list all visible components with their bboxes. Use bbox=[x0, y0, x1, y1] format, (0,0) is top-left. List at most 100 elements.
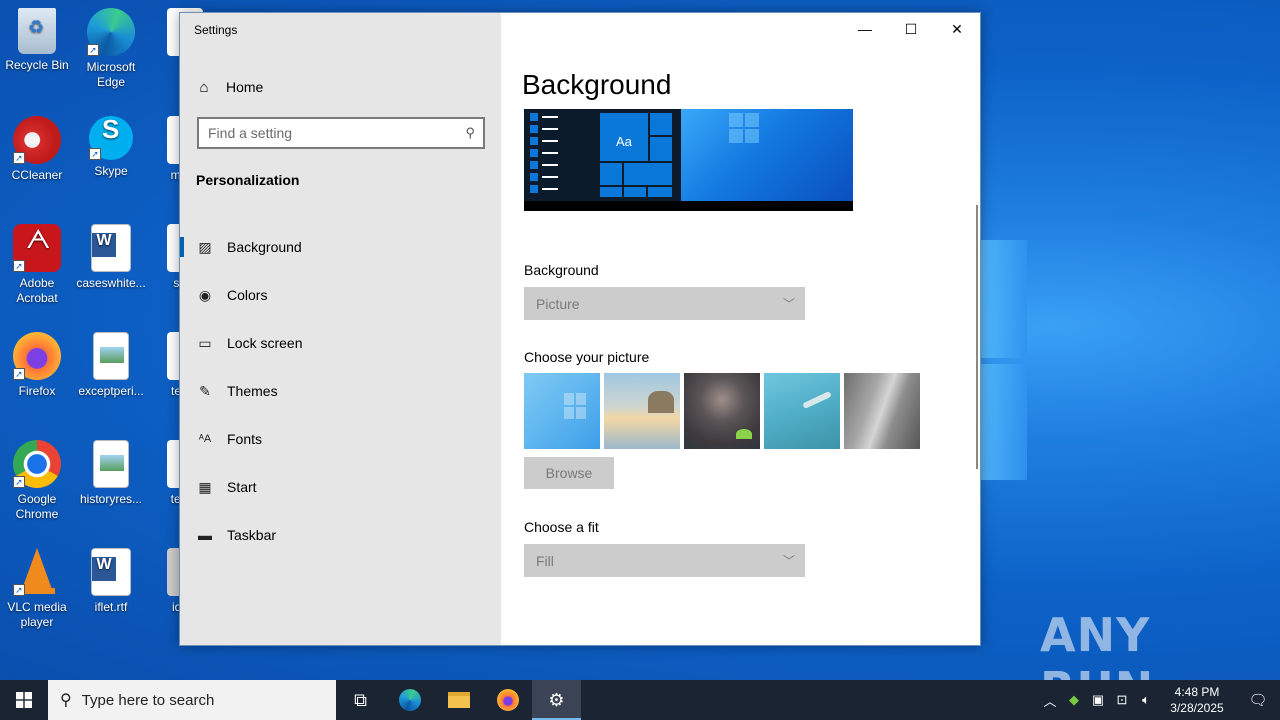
settings-sidebar: Settings ⌂ Home ⚲ Personalization ▨ Back… bbox=[180, 13, 501, 645]
network-status-icon[interactable]: ◆ bbox=[1062, 692, 1086, 708]
chevron-down-icon: ﹀ bbox=[782, 554, 795, 568]
picture-thumbnail-windows[interactable] bbox=[524, 373, 600, 449]
background-type-label: Background bbox=[524, 262, 599, 278]
choose-fit-label: Choose a fit bbox=[524, 519, 599, 535]
edge-taskbar-icon bbox=[398, 689, 421, 711]
preview-start-menu: Aa bbox=[524, 109, 681, 201]
desktop-icon-recycle-bin[interactable]: ♻ Recycle Bin bbox=[0, 8, 74, 73]
clock[interactable]: 4:48 PM 3/28/2025 bbox=[1158, 684, 1236, 716]
desktop-icon-microsoft-edge[interactable]: ➚ Microsoft Edge bbox=[74, 8, 148, 90]
volume-icon[interactable]: 🔈︎ bbox=[1134, 692, 1158, 708]
nav-item-lock-screen[interactable]: ▭ Lock screen bbox=[180, 319, 501, 367]
nav-item-label: Taskbar bbox=[227, 527, 277, 543]
firefox-icon: ➚ bbox=[13, 332, 61, 380]
skype-icon: S ➚ bbox=[89, 116, 133, 160]
choose-fit-dropdown[interactable]: Fill ﹀ bbox=[524, 544, 805, 577]
picture-thumbnail-beach[interactable] bbox=[604, 373, 680, 449]
nav-item-label: Background bbox=[227, 239, 302, 255]
desktop-icon-vlc[interactable]: ➚ VLC media player bbox=[0, 548, 74, 630]
search-icon: ⚲ bbox=[465, 125, 475, 140]
notification-icon[interactable]: 🗨︎ bbox=[1236, 691, 1280, 709]
background-type-dropdown[interactable]: Picture ﹀ bbox=[524, 287, 805, 320]
choose-picture-label: Choose your picture bbox=[524, 349, 650, 365]
taskbar: ⚲ Type here to search ⧉ ⚙ ︿ ◆ ▣ ⊡ 🔈︎ 4:4… bbox=[0, 680, 1280, 720]
start-icon: ▦ bbox=[198, 478, 212, 495]
desktop-icon-historyres[interactable]: historyres... bbox=[74, 440, 148, 507]
task-view-button[interactable]: ⧉ bbox=[336, 680, 385, 720]
chrome-icon: ➚ bbox=[13, 440, 61, 488]
nav-home-label: Home bbox=[226, 79, 264, 95]
wallpaper-windows-logo bbox=[975, 240, 1035, 490]
chevron-down-icon: ﹀ bbox=[782, 297, 795, 311]
find-setting-search[interactable]: ⚲ bbox=[197, 117, 485, 149]
nav-item-background[interactable]: ▨ Background bbox=[180, 223, 501, 271]
file-explorer-button[interactable] bbox=[434, 680, 483, 720]
minimize-button[interactable]: — bbox=[842, 13, 888, 45]
search-icon: ⚲ bbox=[60, 692, 72, 709]
edge-taskbar-button[interactable] bbox=[385, 680, 434, 720]
picture-thumbnail-rock[interactable] bbox=[844, 373, 920, 449]
firefox-taskbar-button[interactable] bbox=[483, 680, 532, 720]
taskbar-search-placeholder: Type here to search bbox=[81, 691, 215, 709]
desktop-icon-skype[interactable]: S ➚ Skype bbox=[74, 116, 148, 179]
taskbar-icon: ▬ bbox=[198, 527, 212, 543]
home-icon: ⌂ bbox=[199, 78, 209, 96]
nav-item-taskbar[interactable]: ▬ Taskbar bbox=[180, 511, 501, 559]
close-button[interactable]: ✕ bbox=[934, 13, 980, 45]
start-button[interactable] bbox=[0, 680, 48, 720]
acrobat-icon: ᗅ ➚ bbox=[13, 224, 61, 272]
word-doc-icon: W bbox=[91, 548, 131, 596]
windows-logo-icon bbox=[16, 692, 32, 708]
settings-content: Background Aa Background Picture ﹀ Choos… bbox=[501, 13, 980, 645]
window-title: Settings bbox=[194, 23, 238, 37]
firefox-taskbar-icon bbox=[496, 689, 519, 711]
picture-thumbnail-night-sky[interactable] bbox=[684, 373, 760, 449]
nav-home[interactable]: ⌂ Home bbox=[196, 75, 263, 99]
nav-item-fonts[interactable]: ᴬA Fonts bbox=[180, 415, 501, 463]
file-explorer-icon bbox=[447, 692, 470, 708]
clock-time: 4:48 PM bbox=[1174, 685, 1220, 699]
maximize-button[interactable]: ☐ bbox=[888, 13, 934, 45]
anyrun-watermark: ANY RUN bbox=[1040, 608, 1153, 680]
chevron-up-icon[interactable]: ︿ bbox=[1038, 691, 1062, 710]
desktop-icon-adobe-acrobat[interactable]: ᗅ ➚ Adobe Acrobat bbox=[0, 224, 74, 306]
clock-date: 3/28/2025 bbox=[1170, 701, 1224, 715]
content-scrollbar[interactable] bbox=[976, 205, 978, 469]
personalization-nav: ▨ Background ◉ Colors ▭ Lock screen ✎ Th… bbox=[180, 223, 501, 559]
task-view-icon: ⧉ bbox=[354, 689, 367, 710]
lock-screen-icon: ▭ bbox=[198, 334, 212, 351]
recycle-bin-icon: ♻ bbox=[18, 8, 56, 54]
preview-sample-text: Aa bbox=[616, 134, 632, 149]
themes-icon: ✎ bbox=[199, 382, 211, 399]
nav-item-colors[interactable]: ◉ Colors bbox=[180, 271, 501, 319]
desktop-icon-exceptperi[interactable]: exceptperi... bbox=[74, 332, 148, 399]
desktop-icon-caseswhite[interactable]: W caseswhite... bbox=[74, 224, 148, 291]
desktop-icon-firefox[interactable]: ➚ Firefox bbox=[0, 332, 74, 399]
word-doc-icon: W bbox=[91, 224, 131, 272]
section-title: Personalization bbox=[196, 172, 300, 188]
palette-icon: ◉ bbox=[198, 286, 212, 303]
vlc-icon: ➚ bbox=[13, 548, 61, 596]
background-preview: Aa bbox=[524, 109, 853, 211]
settings-taskbar-icon: ⚙ bbox=[548, 689, 565, 710]
picture-thumbnail-underwater[interactable] bbox=[764, 373, 840, 449]
settings-taskbar-button[interactable]: ⚙ bbox=[532, 680, 581, 720]
device-icon[interactable]: ▣ bbox=[1086, 692, 1110, 708]
taskbar-search[interactable]: ⚲ Type here to search bbox=[48, 680, 336, 720]
picture-icon: ▨ bbox=[198, 238, 212, 255]
find-setting-input[interactable] bbox=[208, 125, 448, 141]
picture-thumbnails bbox=[524, 373, 924, 449]
desktop-icon-ccleaner[interactable]: ➚ CCleaner bbox=[0, 116, 74, 183]
preview-taskbar bbox=[524, 201, 853, 211]
desktop-icon-google-chrome[interactable]: ➚ Google Chrome bbox=[0, 440, 74, 522]
nav-item-label: Colors bbox=[227, 287, 268, 303]
browse-button[interactable]: Browse bbox=[524, 457, 614, 489]
page-title: Background bbox=[522, 69, 672, 100]
nav-item-label: Themes bbox=[227, 383, 278, 399]
desktop-icon-iflet[interactable]: W iflet.rtf bbox=[74, 548, 148, 615]
nav-item-themes[interactable]: ✎ Themes bbox=[180, 367, 501, 415]
nav-item-label: Fonts bbox=[227, 431, 263, 447]
nav-item-start[interactable]: ▦ Start bbox=[180, 463, 501, 511]
choose-fit-value: Fill bbox=[536, 552, 554, 569]
ethernet-icon[interactable]: ⊡ bbox=[1110, 692, 1134, 708]
